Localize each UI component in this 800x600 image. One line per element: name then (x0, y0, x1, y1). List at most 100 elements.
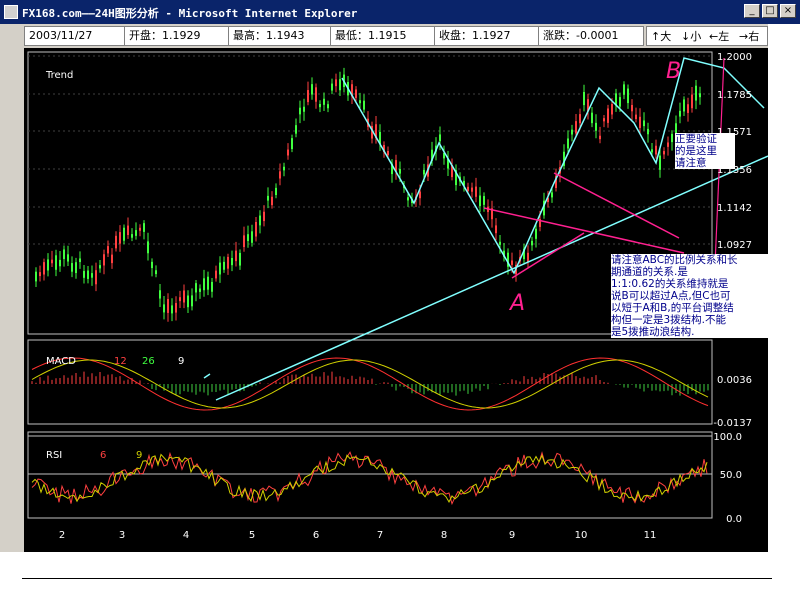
chart-nav-buttons: ↑大 ↓小 ←左 →右 (646, 26, 768, 46)
candle-body (311, 84, 313, 95)
annotation-line (483, 207, 685, 254)
quote-info-bar: 2003/11/27 开盘：1.1929 最高：1.1943 最低：1.1915… (24, 26, 644, 46)
candle-body (627, 88, 629, 104)
candle-body (179, 297, 181, 302)
candle-body (659, 155, 661, 170)
ie-window-icon (4, 5, 18, 19)
candle-body (635, 114, 637, 120)
candle-body (683, 99, 685, 112)
candle-body (183, 290, 185, 303)
candle-body (123, 227, 125, 241)
candle-body (195, 283, 197, 293)
macd-panel-frame (27, 339, 713, 425)
candle-body (303, 106, 305, 112)
window-title: FX168.com——24H图形分析 - Microsoft Internet … (22, 7, 358, 20)
scroll-left-button[interactable]: ←左 (709, 29, 729, 45)
candle-body (75, 262, 77, 274)
candle-body (667, 142, 669, 147)
rsi-param: 9 (136, 450, 142, 461)
zoom-out-button[interactable]: ↓小 (681, 29, 701, 45)
candle-body (663, 151, 665, 155)
candle-body (499, 241, 501, 245)
candle-body (419, 191, 421, 199)
candle-body (639, 116, 641, 128)
candle-body (387, 150, 389, 156)
x-axis-label: 6 (313, 530, 319, 541)
price-axis-label: 1.1785 (717, 90, 752, 101)
quote-high: 最高：1.1943 (229, 27, 331, 45)
candle-body (143, 223, 145, 232)
annotation-note-main: 请注意ABC的比例关系和长 期通道的关系.是 1:1:0.62的关系维持就是 说… (611, 254, 771, 338)
macd-dea-line (31, 359, 709, 409)
candle-body (355, 89, 357, 98)
candle-body (251, 231, 253, 243)
price-axis-label: 1.2000 (717, 52, 752, 63)
candle-body (67, 254, 69, 262)
candle-body (131, 234, 133, 238)
candle-body (331, 83, 333, 91)
candle-body (439, 134, 441, 142)
candle-body (271, 196, 273, 206)
rsi-axis-label: 50.0 (720, 470, 742, 481)
candle-body (171, 305, 173, 314)
candle-body (227, 256, 229, 269)
candle-body (207, 276, 209, 290)
candle-body (191, 295, 193, 307)
candle-body (591, 112, 593, 124)
bottom-area (0, 552, 800, 600)
x-axis-label: 11 (644, 530, 657, 541)
candle-body (595, 122, 597, 131)
candle-body (607, 108, 609, 123)
macd-label: MACD (46, 356, 76, 367)
macd-axis-label: 0.0036 (717, 375, 752, 386)
candle-body (259, 215, 261, 226)
candle-body (99, 265, 101, 269)
candle-body (291, 138, 293, 150)
candle-body (247, 234, 249, 242)
rsi-9-line (31, 453, 708, 503)
x-axis-label: 2 (59, 530, 65, 541)
close-button[interactable]: × (780, 4, 796, 18)
candle-body (287, 149, 289, 156)
rsi-label: RSI (46, 450, 62, 461)
candle-body (631, 105, 633, 112)
candle-body (423, 169, 425, 175)
candle-body (495, 225, 497, 234)
x-axis-label: 3 (119, 530, 125, 541)
candle-body (119, 232, 121, 244)
candle-body (199, 288, 201, 292)
candle-body (79, 258, 81, 263)
candle-body (363, 100, 365, 110)
candle-body (319, 103, 321, 108)
maximize-button[interactable]: □ (762, 4, 778, 18)
rsi-axis-label: 0.0 (726, 514, 742, 525)
candle-body (679, 110, 681, 117)
candle-body (611, 104, 613, 115)
candle-body (603, 118, 605, 122)
candle-body (687, 104, 689, 113)
candle-body (467, 186, 469, 192)
price-axis-label: 1.1142 (717, 203, 752, 214)
macd-param: 26 (142, 356, 155, 367)
candle-body (139, 227, 141, 231)
candle-body (147, 241, 149, 254)
quote-close: 收盘：1.1927 (435, 27, 539, 45)
candle-body (111, 254, 113, 264)
candle-body (651, 149, 653, 153)
candle-body (167, 299, 169, 313)
panel-label: Trend (45, 70, 73, 81)
candle-body (279, 171, 281, 179)
candle-body (511, 260, 513, 265)
candle-body (571, 129, 573, 135)
candle-body (91, 273, 93, 278)
candle-body (235, 250, 237, 262)
candle-body (215, 270, 217, 279)
candle-body (107, 246, 109, 254)
minimize-button[interactable]: _ (744, 4, 760, 18)
zoom-in-button[interactable]: ↑大 (651, 29, 671, 45)
scroll-right-button[interactable]: →右 (739, 29, 759, 45)
quote-low: 最低：1.1915 (331, 27, 435, 45)
candle-body (695, 85, 697, 101)
candle-body (115, 235, 117, 249)
candle-body (127, 225, 129, 236)
